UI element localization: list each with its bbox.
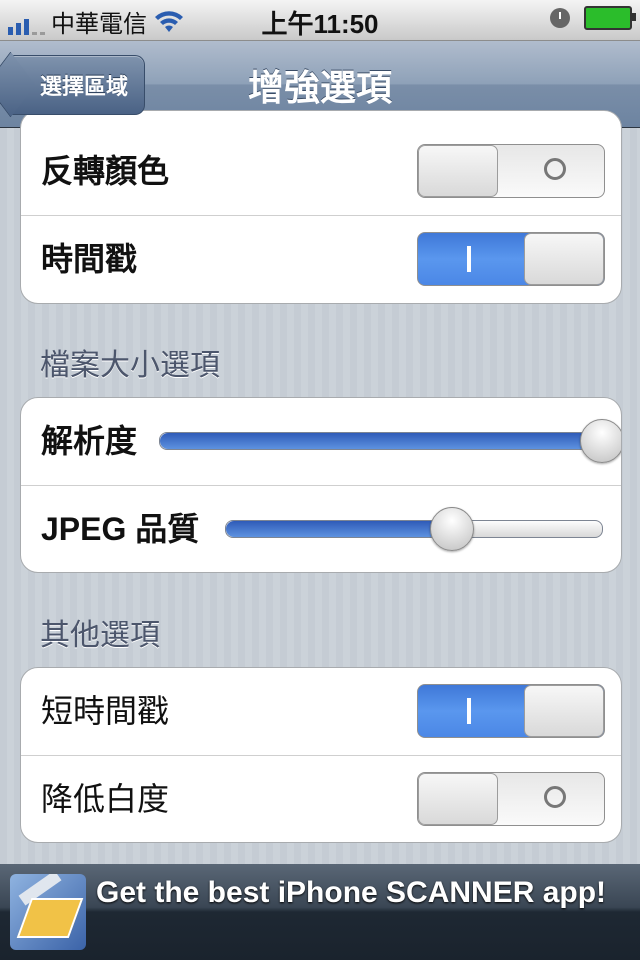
battery-icon [584, 6, 636, 30]
file-size-group: 解析度 JPEG 品質 [20, 397, 622, 573]
reduce-whiteness-switch[interactable] [417, 772, 605, 826]
status-time: 上午11:50 [261, 9, 379, 39]
status-bar: 中華電信 上午11:50 [0, 0, 640, 41]
back-button-label: 選擇區域 [39, 74, 128, 99]
switch-on-symbol [467, 246, 471, 272]
jpeg-quality-label: JPEG 品質 [41, 511, 200, 547]
reduce-whiteness-row: 降低白度 [21, 755, 621, 842]
resolution-slider-fill [160, 433, 602, 449]
ad-banner[interactable]: Get the best iPhone SCANNER app! [0, 864, 640, 960]
scanner-app-icon [10, 874, 86, 950]
switch-off-symbol [544, 158, 566, 180]
short-timestamp-row: 短時間戳 [21, 668, 621, 755]
jpeg-quality-slider-thumb[interactable] [429, 507, 474, 551]
invert-colors-label: 反轉顏色 [41, 153, 170, 189]
switch-off-symbol [544, 786, 566, 808]
timestamp-switch[interactable] [417, 232, 605, 286]
switch-knob [524, 685, 604, 737]
timestamp-label: 時間戳 [41, 241, 138, 277]
jpeg-quality-slider[interactable] [225, 520, 603, 538]
clock-icon [550, 8, 570, 28]
resolution-slider[interactable] [159, 432, 603, 450]
switch-knob [524, 233, 604, 285]
jpeg-quality-row: JPEG 品質 [21, 485, 621, 572]
file-size-section-header: 檔案大小選項 [40, 349, 220, 382]
switch-knob [418, 145, 498, 197]
display-options-group: 反轉顏色 時間戳 [20, 110, 622, 304]
other-options-section-header: 其他選項 [40, 619, 160, 652]
switch-knob [418, 773, 498, 825]
other-options-group: 短時間戳 降低白度 [20, 667, 622, 843]
resolution-label: 解析度 [41, 423, 138, 459]
short-timestamp-label: 短時間戳 [41, 693, 170, 729]
switch-on-symbol [467, 698, 471, 724]
timestamp-row: 時間戳 [21, 215, 621, 302]
back-button[interactable]: 選擇區域 [10, 55, 145, 115]
invert-colors-switch[interactable] [417, 144, 605, 198]
status-right [550, 6, 636, 30]
ad-text: Get the best iPhone SCANNER app! [96, 876, 607, 909]
invert-colors-row: 反轉顏色 [21, 128, 621, 215]
resolution-row: 解析度 [21, 398, 621, 485]
resolution-slider-thumb[interactable] [580, 419, 621, 463]
reduce-whiteness-label: 降低白度 [41, 781, 170, 817]
jpeg-quality-slider-fill [226, 521, 452, 537]
short-timestamp-switch[interactable] [417, 684, 605, 738]
